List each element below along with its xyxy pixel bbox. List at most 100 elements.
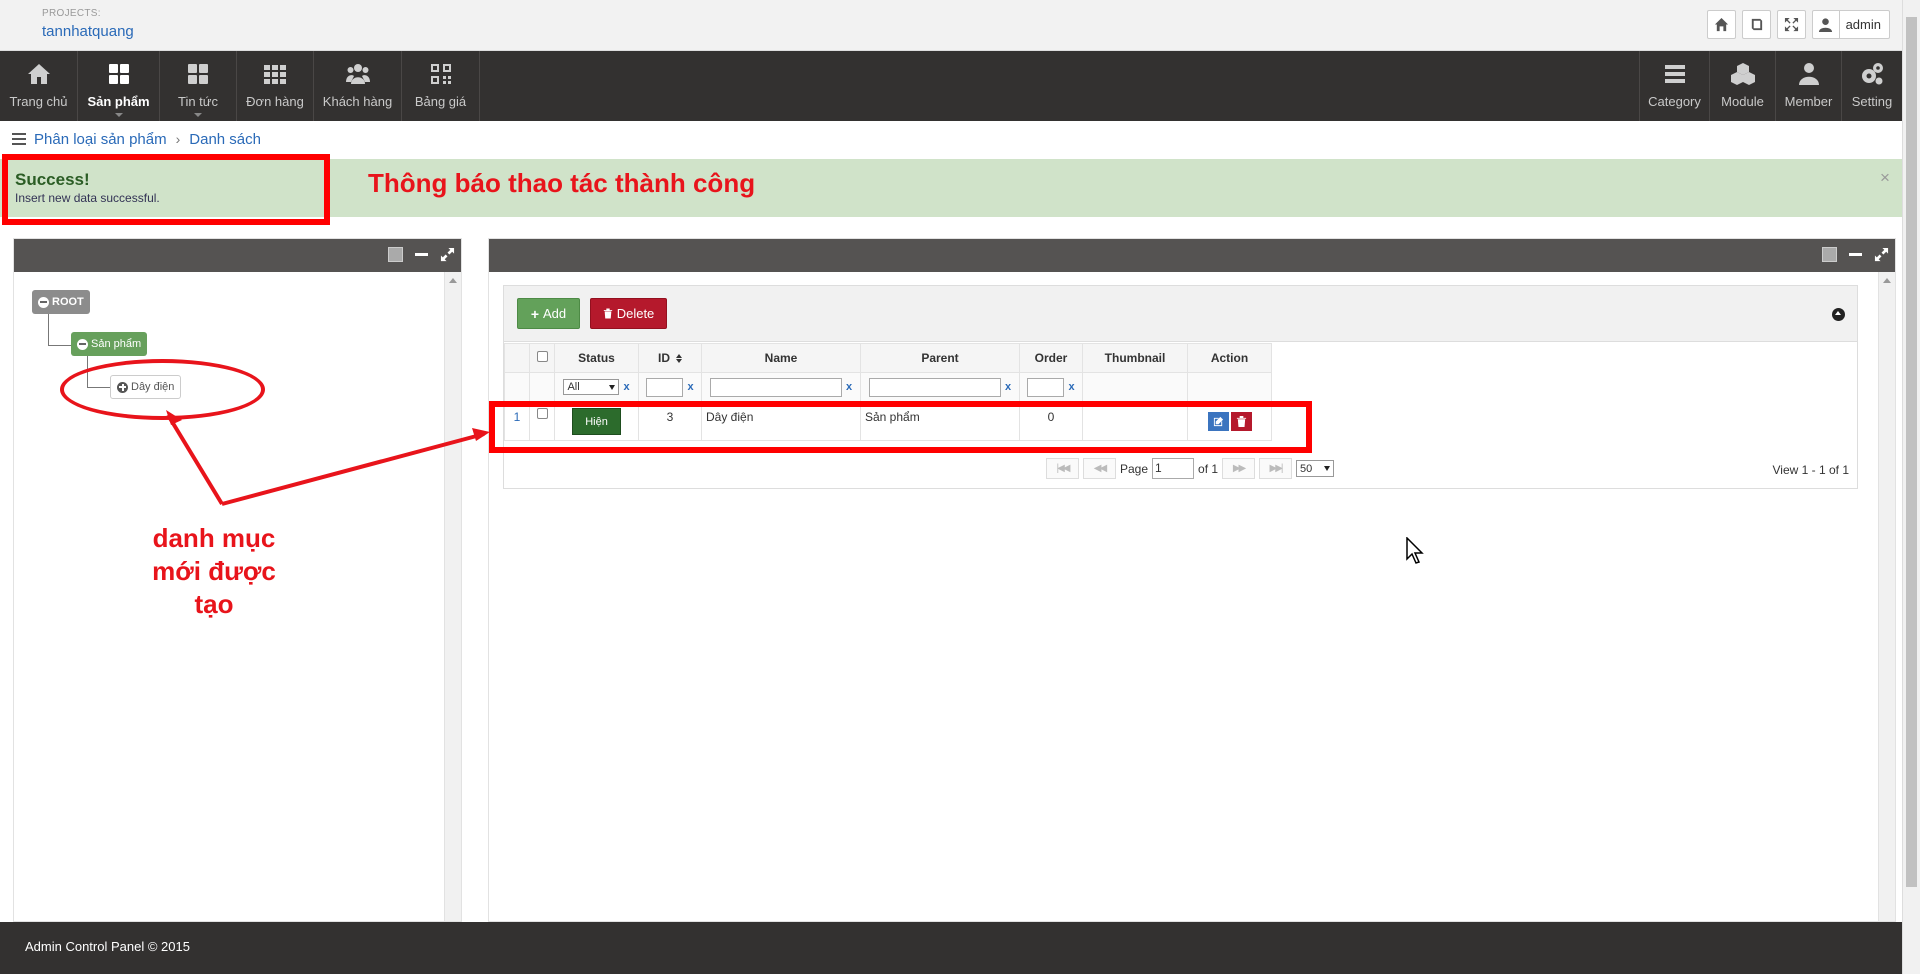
annotation-box-row — [489, 401, 1312, 453]
nav-item-setting[interactable]: Setting — [1841, 51, 1902, 121]
main-nav-right: Category Module Member Setting — [1639, 51, 1902, 121]
column-header-id[interactable]: ID — [638, 343, 702, 373]
menu-icon[interactable] — [12, 130, 26, 148]
nav-item-module[interactable]: Module — [1709, 51, 1775, 121]
cubes-icon — [1730, 63, 1755, 85]
tree-node-san-pham[interactable]: Sản phẩm — [71, 332, 148, 356]
expand-button[interactable] — [440, 247, 455, 262]
clear-parent-filter-button[interactable]: x — [1005, 381, 1011, 393]
nav-item-label: Đơn hàng — [246, 94, 304, 109]
nav-item-customers[interactable]: Khách hàng — [314, 51, 402, 121]
add-button[interactable]: + Add — [517, 298, 580, 329]
filter-cell-id: x — [638, 372, 702, 402]
plus-icon: + — [530, 305, 540, 322]
alert-title: Success! — [15, 170, 90, 189]
users-icon — [345, 64, 370, 84]
grid-toolbar: + Add Delete — [504, 286, 1857, 342]
column-header-thumbnail[interactable]: Thumbnail — [1082, 343, 1188, 373]
status-filter-select[interactable]: All — [563, 379, 620, 395]
filter-cell — [1187, 372, 1272, 402]
nav-item-label: Bảng giá — [414, 94, 467, 109]
minimize-button[interactable] — [1849, 253, 1862, 256]
trash-icon — [603, 308, 612, 319]
expand-icon — [440, 247, 455, 262]
collapse-grid-icon[interactable] — [1832, 308, 1845, 321]
last-page-button[interactable]: ▶▶| — [1259, 458, 1293, 479]
breadcrumb-item-category[interactable]: Phân loại sản phẩm — [34, 131, 167, 148]
clear-name-filter-button[interactable]: x — [846, 381, 852, 393]
fullscreen-button[interactable] — [1776, 10, 1806, 39]
dropdown-arrow-icon — [1324, 466, 1331, 471]
nav-item-home[interactable]: Trang chủ — [0, 51, 78, 121]
page-scrollbar-thumb[interactable] — [1906, 17, 1917, 887]
delete-button-label: Delete — [616, 306, 655, 321]
collapse-icon[interactable] — [38, 296, 49, 308]
column-header-order[interactable]: Order — [1019, 343, 1083, 373]
next-page-button[interactable]: ▶▶ — [1222, 458, 1256, 479]
delete-button[interactable]: Delete — [590, 298, 667, 329]
nav-item-label: Tin tức — [177, 94, 218, 109]
annotation-success-note: Thông báo thao tác thành công — [368, 168, 756, 198]
row-number-header — [504, 343, 530, 373]
tree-node-root[interactable]: ROOT — [32, 290, 90, 314]
column-header-action: Action — [1187, 343, 1272, 373]
home-button[interactable] — [1706, 10, 1736, 39]
footer: Admin Control Panel © 2015 — [0, 922, 1902, 974]
select-all-checkbox[interactable] — [536, 351, 548, 362]
grid-panel-scrollbar[interactable] — [1878, 272, 1895, 921]
first-page-button[interactable]: |◀◀ — [1046, 458, 1079, 479]
select-all-header — [529, 343, 555, 373]
qrcode-icon — [430, 64, 451, 84]
book-button[interactable] — [1741, 10, 1771, 39]
footer-text: Admin Control Panel © 2015 — [25, 939, 190, 954]
panel-toggle-button[interactable] — [1822, 247, 1837, 262]
page-label: Page — [1120, 461, 1149, 476]
nav-item-orders[interactable]: Đơn hàng — [237, 51, 314, 121]
panel-toggle-button[interactable] — [388, 247, 403, 262]
expand-icon — [1784, 17, 1798, 32]
page-scrollbar[interactable] — [1902, 0, 1920, 974]
breadcrumb-item-list[interactable]: Danh sách — [189, 131, 261, 148]
nav-item-news[interactable]: Tin tức — [160, 51, 237, 121]
nav-item-pricelist[interactable]: Bảng giá — [402, 51, 480, 121]
prev-page-button[interactable]: ◀◀ — [1083, 458, 1116, 479]
user-icon — [1819, 18, 1833, 32]
clear-id-filter-button[interactable]: x — [687, 381, 693, 393]
expand-icon — [1874, 247, 1889, 262]
filter-cell — [504, 372, 530, 402]
nav-item-label: Trang chủ — [9, 94, 68, 109]
tree-panel-scrollbar[interactable] — [444, 272, 461, 921]
nav-item-products[interactable]: Sản phẩm — [78, 51, 160, 121]
filter-cell-parent: x — [860, 372, 1020, 402]
expand-button[interactable] — [1874, 247, 1889, 262]
minimize-button[interactable] — [415, 253, 428, 256]
collapse-icon[interactable] — [77, 338, 88, 350]
column-header-name[interactable]: Name — [701, 343, 861, 373]
parent-filter-input[interactable] — [868, 377, 1001, 397]
dropdown-caret-icon — [194, 113, 202, 117]
panel-controls — [388, 247, 455, 262]
nav-item-member[interactable]: Member — [1775, 51, 1841, 121]
main-nav: Trang chủ Sản phẩm Tin tức Đơn hàng Khác… — [0, 51, 1902, 121]
project-name-link[interactable]: tannhatquang — [42, 23, 134, 40]
alert-close-button[interactable]: × — [1880, 168, 1890, 188]
column-header-status[interactable]: Status — [554, 343, 639, 373]
name-filter-input[interactable] — [709, 377, 842, 397]
clear-order-filter-button[interactable]: x — [1068, 381, 1074, 393]
user-menu-button[interactable]: admin — [1811, 10, 1890, 39]
nav-item-category[interactable]: Category — [1639, 51, 1709, 121]
tree-connector — [48, 314, 49, 346]
gears-icon — [1862, 63, 1883, 85]
tree-connector — [48, 345, 71, 346]
add-button-label: Add — [543, 306, 567, 321]
page-of-label: of 1 — [1198, 461, 1219, 476]
page-size-select[interactable]: 50 — [1296, 460, 1335, 477]
id-filter-input[interactable] — [646, 377, 684, 397]
page-input[interactable]: 1 — [1152, 458, 1195, 479]
order-filter-input[interactable] — [1027, 377, 1065, 397]
clear-status-filter-button[interactable]: x — [623, 381, 629, 393]
top-bar: PROJECTS: tannhatquang admin — [0, 0, 1902, 51]
dropdown-caret-icon — [114, 113, 123, 117]
column-header-parent[interactable]: Parent — [860, 343, 1020, 373]
filter-cell-order: x — [1019, 372, 1083, 402]
